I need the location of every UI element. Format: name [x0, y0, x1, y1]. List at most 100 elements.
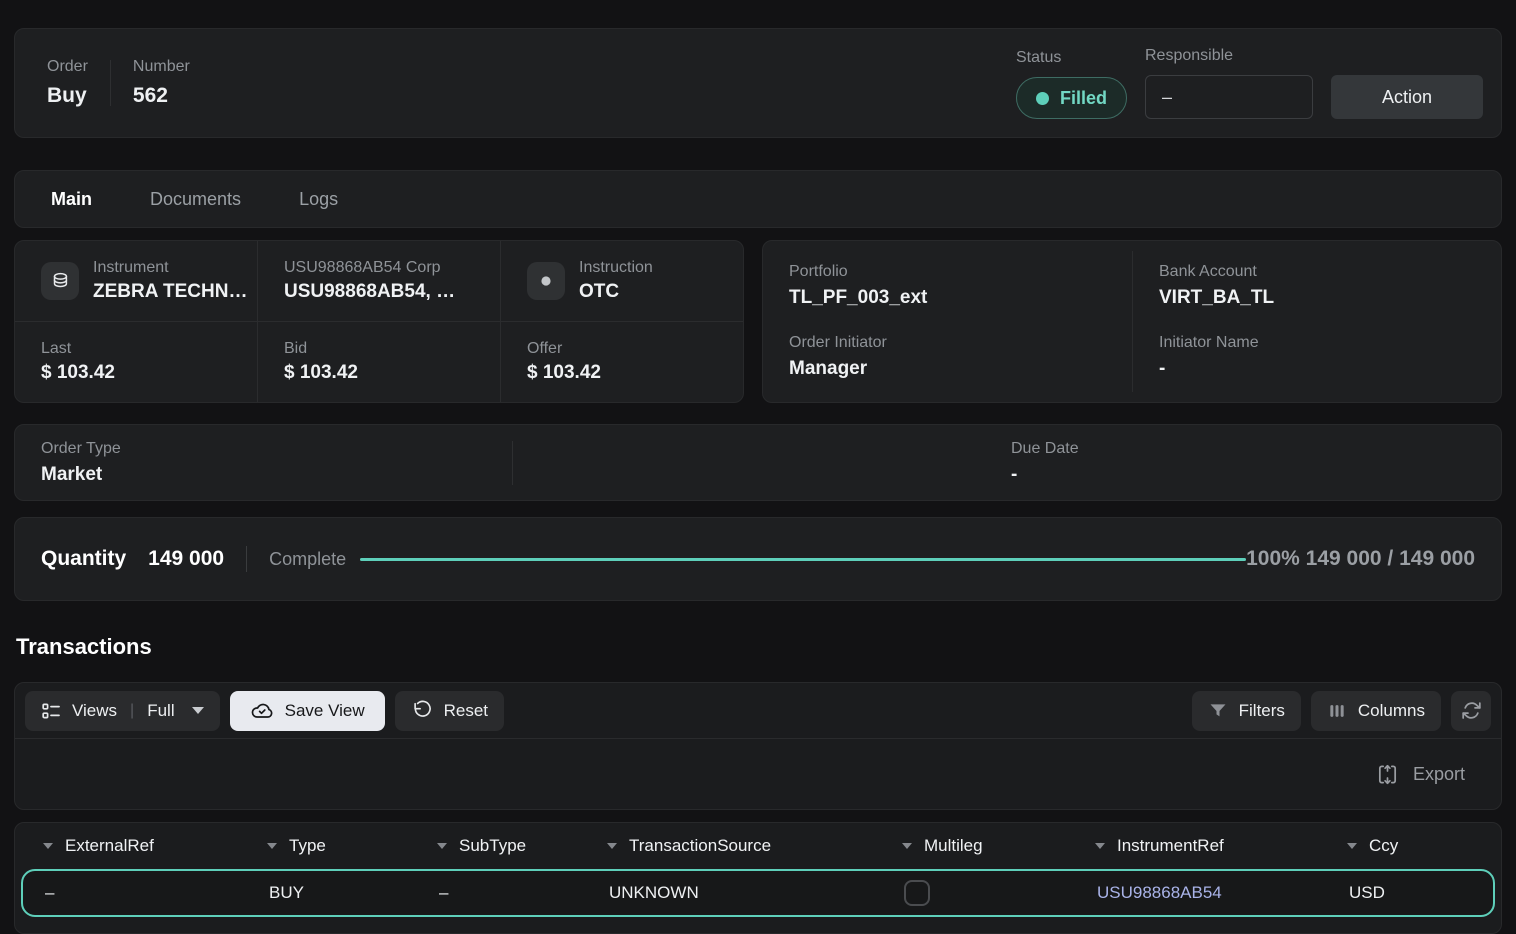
views-label: Views — [72, 701, 117, 721]
portfolio-field: Portfolio TL_PF_003_ext — [763, 251, 1132, 322]
status-label: Status — [1016, 49, 1127, 67]
progress-fill — [360, 558, 1246, 561]
chevron-down-icon — [267, 843, 277, 849]
transactions-toolbar-card: Views | Full Save View — [14, 682, 1502, 810]
order-type-label: Order Type — [41, 440, 512, 458]
chevron-down-icon — [1095, 843, 1105, 849]
divider: | — [130, 702, 134, 720]
last-price-cell: Last $ 103.42 — [15, 322, 257, 402]
responsible-label: Responsible — [1145, 47, 1313, 65]
vertical-bars-icon — [1327, 701, 1347, 721]
order-initiator-value: Manager — [789, 358, 1132, 380]
cell-multileg — [890, 880, 1083, 906]
chevron-down-icon — [43, 843, 53, 849]
export-button[interactable]: Export — [1370, 762, 1471, 787]
refresh-button[interactable] — [1451, 691, 1491, 731]
instruction-label: Instruction — [579, 259, 653, 277]
bank-account-value: VIRT_BA_TL — [1159, 287, 1501, 309]
order-type-card: Order Type Market Due Date - — [14, 424, 1502, 501]
export-arrows-icon — [1376, 763, 1399, 786]
instrument-id-value: USU98868AB54, … — [284, 281, 455, 303]
order-type-value: Market — [41, 464, 512, 486]
list-icon — [41, 701, 61, 721]
price-row: Last $ 103.42 Bid $ 103.42 Offer $ 103.4… — [15, 322, 743, 402]
bid-price-cell: Bid $ 103.42 — [257, 322, 500, 402]
instrument-label: Instrument — [93, 259, 247, 277]
tab-logs[interactable]: Logs — [299, 189, 338, 210]
offer-label: Offer — [527, 340, 601, 358]
funnel-icon — [1208, 701, 1228, 721]
column-label: InstrumentRef — [1117, 836, 1224, 856]
bank-account-field: Bank Account VIRT_BA_TL — [1132, 251, 1501, 322]
save-view-label: Save View — [285, 701, 365, 721]
order-field: Order Buy — [47, 58, 88, 108]
export-row: Export — [15, 739, 1501, 809]
divider — [512, 441, 513, 485]
column-header-instrumentref[interactable]: InstrumentRef — [1081, 836, 1333, 856]
due-date-field: Due Date - — [1011, 440, 1079, 486]
cell-type: BUY — [255, 883, 425, 903]
table-row[interactable]: – BUY – UNKNOWN USU98868AB54 USD — [21, 869, 1495, 917]
due-date-value: - — [1011, 464, 1079, 486]
columns-label: Columns — [1358, 701, 1425, 721]
instruction-cell: Instruction OTC — [500, 241, 743, 321]
views-value: Full — [147, 701, 174, 721]
column-header-subtype[interactable]: SubType — [423, 836, 593, 856]
columns-button[interactable]: Columns — [1311, 691, 1441, 731]
filters-button[interactable]: Filters — [1192, 691, 1301, 731]
column-label: SubType — [459, 836, 526, 856]
chevron-down-icon — [902, 843, 912, 849]
initiator-name-label: Initiator Name — [1159, 334, 1501, 352]
reset-button[interactable]: Reset — [395, 691, 504, 731]
info-cards-row: Instrument ZEBRA TECHN… USU98868AB54 Cor… — [14, 240, 1502, 403]
chevron-down-icon — [192, 707, 204, 714]
status-field: Status Filled — [1016, 49, 1127, 119]
cell-ccy: USD — [1335, 883, 1485, 903]
cell-externalref: – — [31, 883, 255, 903]
bid-value: $ 103.42 — [284, 362, 358, 384]
bid-label: Bid — [284, 340, 358, 358]
status-dot-icon — [1036, 92, 1049, 105]
views-dropdown[interactable]: Views | Full — [25, 691, 220, 731]
sync-icon — [1461, 700, 1482, 721]
export-label: Export — [1413, 764, 1465, 785]
tab-main[interactable]: Main — [51, 189, 92, 210]
multileg-checkbox[interactable] — [904, 880, 930, 906]
portfolio-value: TL_PF_003_ext — [789, 287, 1132, 309]
number-value: 562 — [133, 84, 190, 108]
last-label: Last — [41, 340, 115, 358]
tab-documents[interactable]: Documents — [150, 189, 241, 210]
column-header-multileg[interactable]: Multileg — [888, 836, 1081, 856]
responsible-field: Responsible – — [1145, 47, 1313, 119]
transactions-title: Transactions — [16, 634, 1502, 662]
toolbar-row: Views | Full Save View — [15, 683, 1501, 739]
divider — [110, 60, 111, 106]
order-label: Order — [47, 58, 88, 76]
table-header-row: ExternalRef Type SubType TransactionSour… — [21, 823, 1495, 869]
initiator-name-value: - — [1159, 358, 1501, 380]
reset-label: Reset — [444, 701, 488, 721]
action-button[interactable]: Action — [1331, 75, 1483, 119]
chevron-down-icon — [1347, 843, 1357, 849]
responsible-select[interactable]: – — [1145, 75, 1313, 119]
order-initiator-label: Order Initiator — [789, 334, 1132, 352]
instrument-top-row: Instrument ZEBRA TECHN… USU98868AB54 Cor… — [15, 241, 743, 322]
column-header-ccy[interactable]: Ccy — [1333, 836, 1487, 856]
column-header-type[interactable]: Type — [253, 836, 423, 856]
coins-stack-icon — [41, 262, 79, 300]
instrument-id-cell: USU98868AB54 Corp USU98868AB54, … — [257, 241, 500, 321]
progress-bar — [360, 558, 1246, 561]
column-header-externalref[interactable]: ExternalRef — [29, 836, 253, 856]
cell-instrumentref-link[interactable]: USU98868AB54 — [1083, 883, 1335, 903]
divider — [246, 546, 247, 572]
save-view-button[interactable]: Save View — [230, 691, 385, 731]
rotate-ccw-icon — [411, 700, 433, 722]
number-field: Number 562 — [133, 58, 190, 108]
order-type-field: Order Type Market — [15, 440, 512, 486]
instrument-value: ZEBRA TECHN… — [93, 281, 247, 303]
cell-subtype: – — [425, 883, 595, 903]
column-header-transactionsource[interactable]: TransactionSource — [593, 836, 888, 856]
circle-dot-icon — [527, 262, 565, 300]
chevron-down-icon — [607, 843, 617, 849]
due-date-label: Due Date — [1011, 440, 1079, 458]
